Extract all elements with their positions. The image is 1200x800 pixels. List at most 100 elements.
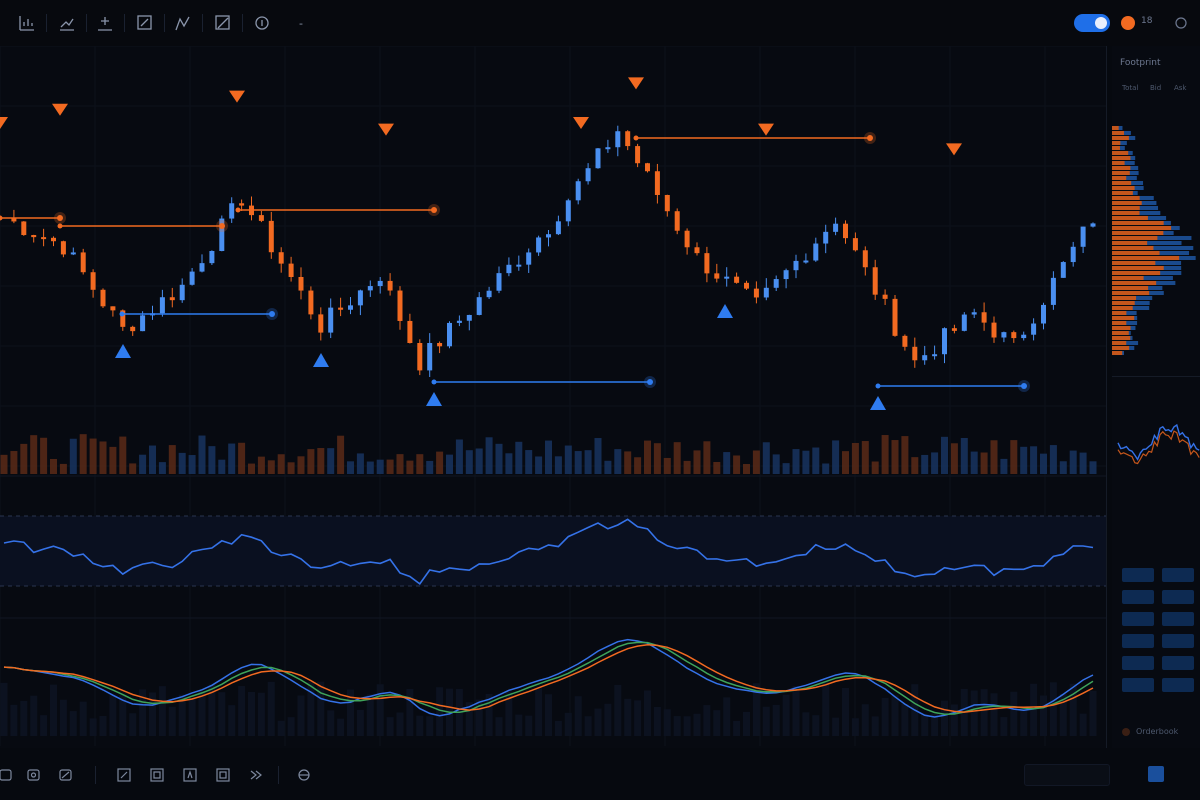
histogram-bar — [10, 704, 18, 736]
right-sidebar: Footprint Total Bid Ask Orderbook — [1112, 46, 1200, 748]
histogram-bar — [980, 689, 988, 736]
sidebar-grid-button[interactable] — [1122, 656, 1154, 670]
candle-body — [783, 270, 789, 280]
volume-bar — [426, 460, 434, 474]
image-tool-icon[interactable] — [213, 765, 233, 785]
bar-chart-icon[interactable] — [14, 10, 40, 36]
crosshair-icon[interactable] — [249, 10, 275, 36]
live-toggle[interactable] — [1074, 14, 1110, 32]
sidebar-grid-button[interactable] — [1122, 612, 1154, 626]
histogram-bar — [1089, 690, 1097, 736]
volume-bar — [901, 436, 909, 474]
candle-body — [298, 276, 304, 291]
volume-bar — [792, 449, 800, 474]
sidebar-grid-button[interactable] — [1122, 634, 1154, 648]
sidebar-grid-button[interactable] — [1162, 656, 1194, 670]
ray-tool-icon[interactable] — [210, 10, 236, 36]
volume-bar — [713, 461, 721, 474]
profile-bar-ask — [1112, 291, 1150, 295]
candle-body — [90, 272, 96, 290]
candle-body — [555, 221, 561, 235]
candle-body — [80, 252, 86, 273]
trend-line-icon[interactable] — [54, 10, 80, 36]
sidebar-grid-button[interactable] — [1122, 568, 1154, 582]
volume-bar — [970, 451, 978, 474]
edit-drawing-icon[interactable] — [132, 10, 158, 36]
level-end-dot — [431, 207, 437, 213]
profile-bar-ask — [1112, 301, 1135, 305]
volume-bar — [1069, 450, 1077, 474]
sidebar-tab-ask[interactable]: Ask — [1174, 84, 1187, 92]
volume-bar — [475, 448, 483, 474]
profile-bar-ask — [1112, 181, 1132, 185]
candle-body — [575, 181, 581, 201]
volume-bar — [891, 440, 899, 474]
sidebar-tab-total[interactable]: Total — [1122, 84, 1138, 92]
zoom-in-icon[interactable] — [114, 765, 134, 785]
level-end-dot — [647, 379, 653, 385]
candle-body — [60, 241, 66, 255]
undo-icon[interactable] — [0, 765, 16, 785]
histogram-bar — [812, 715, 820, 736]
volume-bar — [960, 437, 968, 474]
camera-icon[interactable] — [24, 765, 44, 785]
histogram-bar — [733, 720, 741, 736]
volume-bar — [248, 463, 255, 474]
profile-bar-ask — [1112, 351, 1123, 355]
measure-icon[interactable] — [56, 765, 76, 785]
sidebar-grid-button[interactable] — [1162, 634, 1194, 648]
histogram-bar — [792, 686, 800, 736]
candle-body — [724, 276, 730, 279]
volume-bar — [228, 443, 236, 474]
candle-body — [872, 267, 878, 295]
volume-bar — [584, 450, 592, 474]
candle-body — [209, 250, 215, 264]
histogram-bar — [267, 681, 275, 736]
sidebar-grid-button[interactable] — [1162, 590, 1194, 604]
candle-body — [140, 315, 146, 332]
candle-body — [1021, 334, 1027, 339]
profile-bar-ask — [1112, 246, 1154, 250]
candle-body — [951, 328, 957, 331]
pivot-low-marker — [717, 304, 733, 318]
histogram-bar — [822, 682, 830, 736]
sidebar-footer-label[interactable]: Orderbook — [1136, 727, 1178, 736]
histogram-bar — [79, 701, 87, 736]
chart-canvas[interactable] — [0, 46, 1106, 748]
histogram-bar — [1000, 717, 1008, 736]
candle-body — [971, 312, 977, 315]
layout-button[interactable] — [1148, 766, 1164, 782]
forward-icon[interactable] — [246, 765, 266, 785]
profile-bar-ask — [1112, 201, 1142, 205]
grid-icon[interactable] — [147, 765, 167, 785]
text-tool-icon[interactable] — [180, 765, 200, 785]
compare-icon[interactable] — [294, 765, 314, 785]
sidebar-tab-bid[interactable]: Bid — [1150, 84, 1161, 92]
candle-body — [407, 320, 413, 343]
pivot-low-marker — [426, 392, 442, 406]
candle-body — [239, 203, 245, 206]
candle-body — [387, 280, 393, 291]
sidebar-grid-button[interactable] — [1162, 678, 1194, 692]
symbol-search-field[interactable] — [1024, 764, 1110, 786]
histogram-bar — [990, 693, 998, 736]
volume-bars — [0, 434, 1097, 474]
candle-body — [100, 289, 106, 307]
sidebar-grid-button[interactable] — [1162, 568, 1194, 582]
candle-body — [278, 252, 284, 264]
oscillator-pane — [0, 515, 1106, 587]
more-tools-button[interactable]: - — [288, 10, 314, 36]
sidebar-grid-button[interactable] — [1122, 590, 1154, 604]
window-menu-icon[interactable] — [1168, 10, 1194, 40]
level-start-dot — [431, 379, 437, 385]
sidebar-grid-button[interactable] — [1162, 612, 1194, 626]
level-end-dot — [269, 311, 275, 317]
histogram-bar — [782, 694, 790, 736]
zigzag-icon[interactable] — [170, 10, 196, 36]
volume-bar — [861, 441, 869, 474]
profile-bar-ask — [1112, 261, 1156, 265]
histogram-bar — [584, 716, 592, 736]
add-indicator-icon[interactable] — [92, 10, 118, 36]
volume-bar — [238, 442, 246, 474]
sidebar-grid-button[interactable] — [1122, 678, 1154, 692]
